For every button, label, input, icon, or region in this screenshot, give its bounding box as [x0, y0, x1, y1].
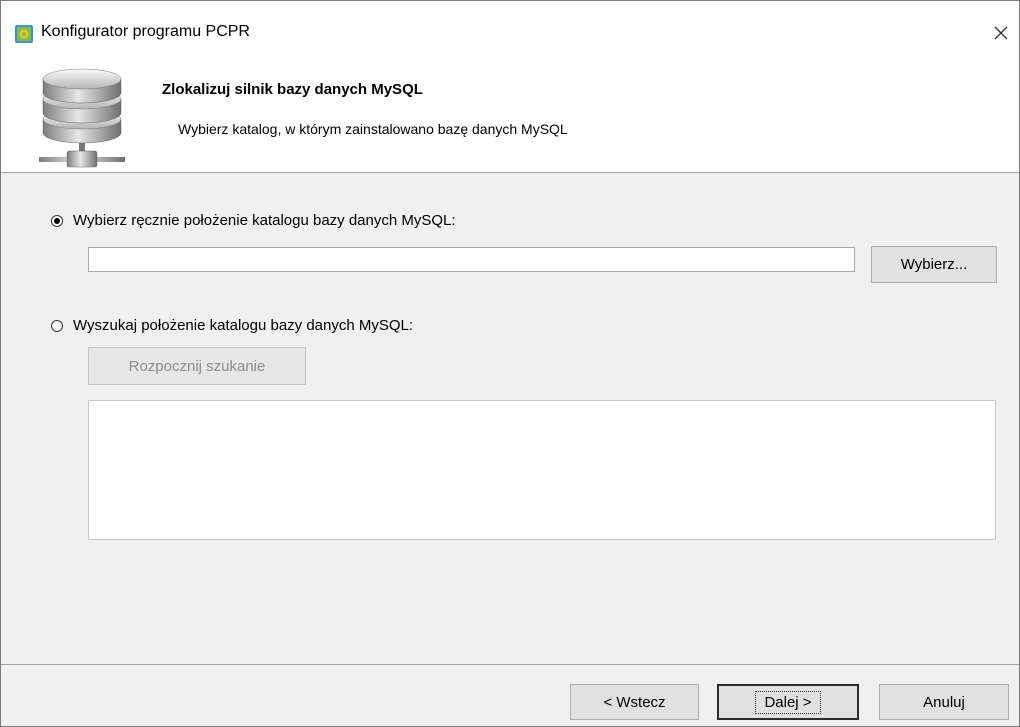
search-location-label: Wyszukaj położenie katalogu bazy danych …	[73, 317, 414, 334]
header-subtitle: Wybierz katalog, w którym zainstalowano …	[178, 121, 568, 137]
gear-app-icon	[15, 25, 33, 43]
start-search-button[interactable]: Rozpocznij szukanie	[88, 347, 306, 385]
radio-unselected-icon[interactable]	[51, 319, 63, 332]
close-button[interactable]	[983, 15, 1019, 51]
header-title: Zlokalizuj silnik bazy danych MySQL	[162, 81, 423, 98]
back-button[interactable]: < Wstecz	[570, 684, 699, 720]
manual-location-label: Wybierz ręcznie położenie katalogu bazy …	[73, 212, 456, 229]
mysql-path-input[interactable]	[88, 247, 855, 272]
footer-divider	[1, 664, 1019, 665]
title-bar: Konfigurator programu PCPR	[1, 1, 1019, 51]
radio-selected-icon[interactable]	[51, 214, 63, 227]
window-title: Konfigurator programu PCPR	[41, 23, 250, 40]
close-icon	[994, 26, 1008, 40]
search-location-radio[interactable]: Wyszukaj położenie katalogu bazy danych …	[51, 317, 413, 334]
database-network-icon	[39, 68, 125, 168]
wizard-header: Zlokalizuj silnik bazy danych MySQL Wybi…	[1, 51, 1019, 173]
cancel-button[interactable]: Anuluj	[879, 684, 1009, 720]
manual-location-radio[interactable]: Wybierz ręcznie położenie katalogu bazy …	[51, 212, 456, 229]
browse-button[interactable]: Wybierz...	[871, 246, 997, 283]
next-button[interactable]: Dalej >	[717, 684, 859, 720]
search-results-list[interactable]	[88, 400, 996, 540]
wizard-window: Konfigurator programu PCPR Zlokalizuj si…	[0, 0, 1020, 727]
next-button-label: Dalej >	[755, 690, 821, 714]
